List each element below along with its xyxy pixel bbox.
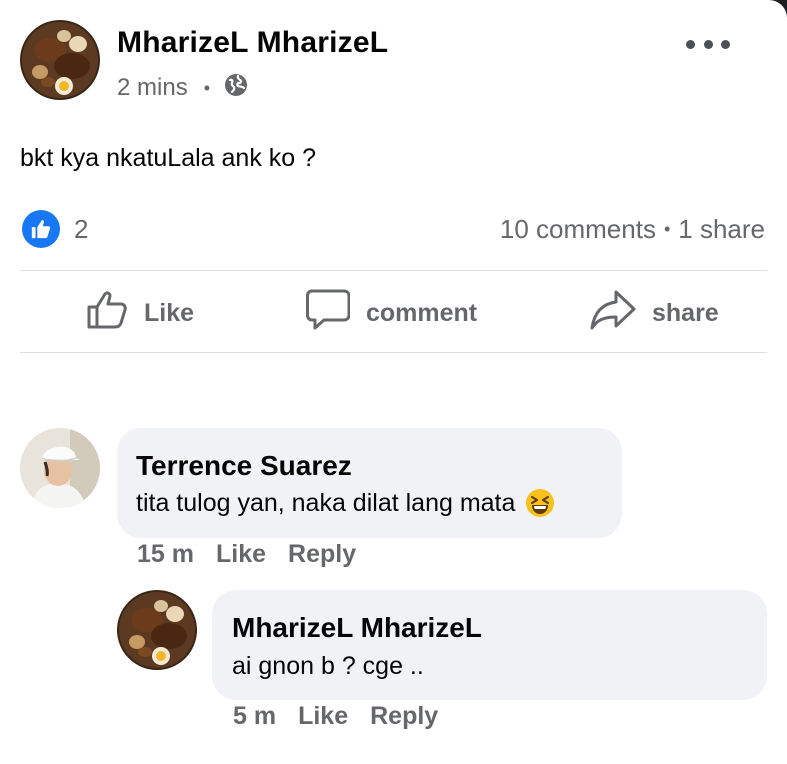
post-time[interactable]: 2 mins	[117, 74, 188, 102]
like-reaction-icon	[22, 210, 60, 248]
post-meta: 2 mins •	[117, 72, 248, 104]
divider-bottom	[20, 352, 767, 353]
stats-separator: •	[663, 218, 671, 239]
comment-reply-button[interactable]: Reply	[288, 540, 356, 569]
reply-author[interactable]: MharizeL MharizeL	[232, 612, 482, 644]
reply-time[interactable]: 5 m	[233, 702, 276, 731]
comment-bubble[interactable]	[117, 428, 622, 538]
comment-button[interactable]: comment	[306, 288, 477, 338]
meta-separator: •	[203, 77, 210, 98]
commenter-avatar[interactable]	[20, 428, 100, 508]
post-text: bkt kya nkatuLala ank ko ?	[20, 144, 317, 172]
reply-bubble[interactable]	[212, 590, 767, 700]
shares-count[interactable]: 1 share	[678, 214, 765, 245]
comment-author[interactable]: Terrence Suarez	[136, 450, 352, 482]
laughing-emoji-icon	[525, 488, 555, 518]
reply-reply-button[interactable]: Reply	[370, 702, 438, 731]
comment-time[interactable]: 15 m	[137, 540, 194, 569]
reply-like-button[interactable]: Like	[298, 702, 348, 731]
thumbs-up-icon	[86, 289, 144, 338]
comment-footer: 15 m Like Reply	[137, 540, 378, 569]
comment-like-button[interactable]: Like	[216, 540, 266, 569]
reaction-count: 2	[74, 213, 89, 244]
like-label: Like	[144, 298, 195, 327]
comment-text: tita tulog yan, naka dilat lang mata	[136, 488, 516, 517]
post-author-avatar[interactable]	[20, 20, 100, 100]
comment-text-row: tita tulog yan, naka dilat lang mata	[136, 486, 555, 520]
share-button[interactable]: share	[590, 288, 719, 338]
divider-top	[20, 270, 767, 271]
reply-author-avatar[interactable]	[117, 590, 197, 670]
share-label: share	[652, 298, 719, 327]
reactions-summary[interactable]: 2	[22, 210, 88, 248]
reply-text: ai gnon b ? cge ..	[232, 651, 424, 680]
share-arrow-icon	[590, 289, 652, 338]
post-author-name[interactable]: MharizeL MharizeL	[117, 26, 388, 60]
comments-count[interactable]: 10 comments	[500, 214, 656, 245]
like-button[interactable]: Like	[86, 288, 194, 338]
post-card: MharizeL MharizeL 2 mins • bkt kya nkatu…	[0, 0, 787, 764]
globe-icon[interactable]	[224, 73, 248, 104]
more-options-icon[interactable]	[686, 30, 730, 58]
comment-label: comment	[366, 298, 478, 327]
reply-footer: 5 m Like Reply	[233, 702, 460, 731]
post-stats: 10 comments • 1 share	[500, 211, 765, 247]
comment-bubble-icon	[306, 289, 366, 338]
